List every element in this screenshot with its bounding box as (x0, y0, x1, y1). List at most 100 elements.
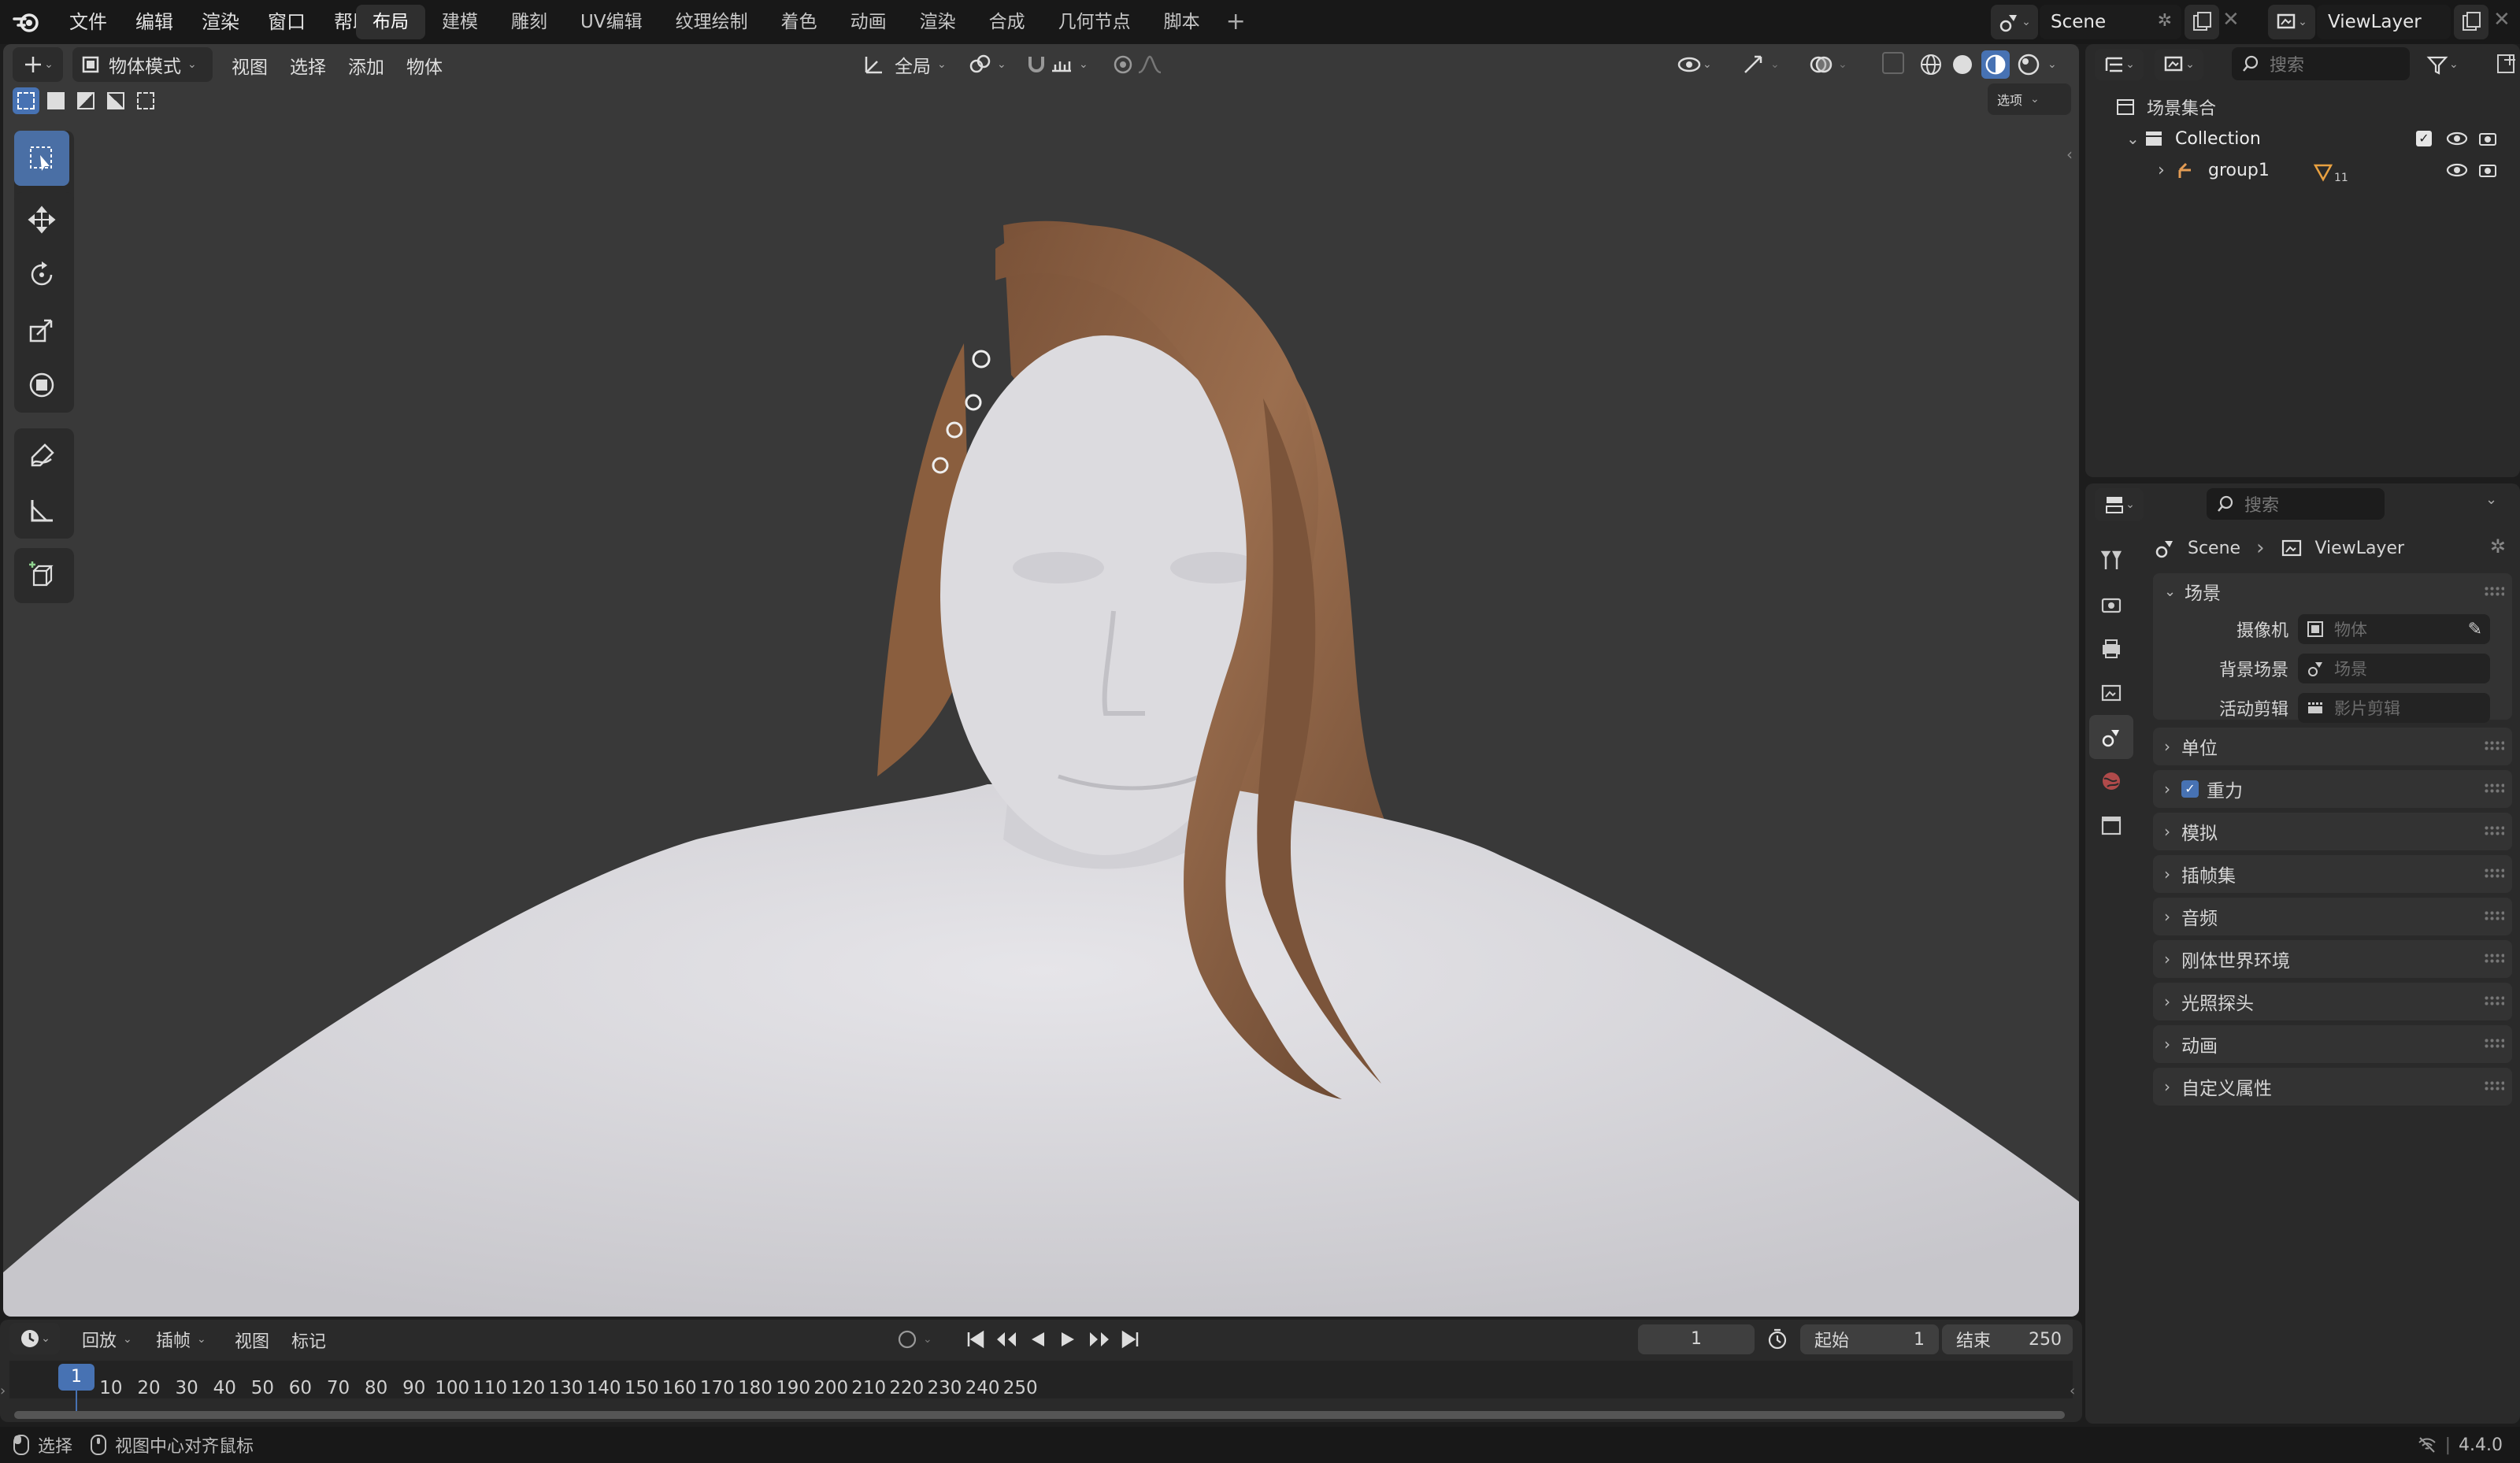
scene-type-dropdown[interactable]: ⌄ (1991, 5, 2038, 39)
drag-handle-icon[interactable] (2484, 995, 2504, 1006)
play-icon[interactable] (1057, 1328, 1079, 1350)
pin-icon[interactable]: ✲ (2158, 11, 2172, 31)
menu-file[interactable]: 文件 (55, 5, 121, 39)
drag-handle-icon[interactable] (2484, 1038, 2504, 1049)
transform-tool[interactable] (14, 357, 69, 413)
menu-window[interactable]: 窗口 (254, 5, 320, 39)
gizmo-toggle[interactable]: ⌄ (1740, 49, 1780, 80)
visibility-dropdown[interactable]: ⌄ (1676, 49, 1712, 80)
proportional-edit-toggle[interactable] (1110, 49, 1164, 80)
tab-geometry-nodes[interactable]: 几何节点 (1042, 5, 1147, 39)
drag-handle-icon[interactable] (2484, 953, 2504, 964)
active-clip-field[interactable]: 影片剪辑 (2298, 693, 2490, 723)
tab-compositing[interactable]: 合成 (973, 5, 1042, 39)
preview-range-icon[interactable] (1766, 1328, 1789, 1351)
add-cube-tool[interactable] (14, 548, 69, 603)
annotate-tool[interactable] (14, 428, 69, 483)
material-preview-shading[interactable] (1981, 50, 2010, 79)
playback-dropdown[interactable]: 回放 ⌄ (82, 1326, 132, 1353)
character-model[interactable] (3, 44, 2079, 1317)
timeline-scroll-right-icon[interactable]: ‹ (2070, 1383, 2075, 1399)
tab-output[interactable] (2089, 627, 2133, 671)
frame-start-field[interactable]: 起始 1 (1800, 1324, 1939, 1354)
measure-tool[interactable] (14, 483, 69, 539)
properties-options-dropdown[interactable]: ⌄ (2485, 491, 2497, 508)
transform-orientation-dropdown[interactable]: 全局 ⌄ (862, 49, 947, 80)
keying-dropdown[interactable]: 插帧 ⌄ (156, 1326, 206, 1353)
display-mode-dropdown[interactable]: ⌄ (2155, 49, 2203, 80)
menu-view[interactable]: 视图 (232, 52, 268, 79)
timeline-menu-view[interactable]: 视图 (235, 1328, 269, 1353)
sidebar-toggle-icon[interactable]: ‹ (2066, 145, 2073, 164)
new-view-layer-button[interactable] (2454, 5, 2488, 39)
select-subtract-icon[interactable] (72, 87, 99, 114)
scale-tool[interactable] (14, 302, 69, 357)
drag-handle-icon[interactable] (2484, 910, 2504, 921)
expand-object-icon[interactable]: › (2158, 161, 2175, 180)
timeline-scrollbar[interactable] (14, 1411, 2065, 1419)
breadcrumb-view-layer[interactable]: ViewLayer (2314, 539, 2404, 558)
select-invert-icon[interactable] (102, 87, 129, 114)
view-layer-name-field[interactable]: ViewLayer (2317, 5, 2451, 39)
eyedropper-icon[interactable]: ✎ (2468, 620, 2482, 639)
new-collection-button[interactable] (2495, 50, 2518, 80)
tab-modeling[interactable]: 建模 (425, 5, 495, 39)
play-reverse-icon[interactable] (1027, 1328, 1049, 1350)
drag-handle-icon[interactable] (2484, 825, 2504, 836)
menu-select[interactable]: 选择 (290, 52, 326, 79)
tab-scripting[interactable]: 脚本 (1147, 5, 1217, 39)
panel-audio[interactable]: › 音频 (2153, 898, 2512, 935)
panel-light-probes[interactable]: › 光照探头 (2153, 983, 2512, 1020)
menu-object[interactable]: 物体 (406, 52, 443, 79)
solid-shading-icon[interactable] (1950, 52, 1975, 77)
panel-units[interactable]: › 单位 (2153, 728, 2512, 765)
render-camera-icon[interactable] (2477, 128, 2498, 149)
add-workspace-icon[interactable]: + (1217, 5, 1255, 39)
collection-exclude-checkbox[interactable]: ✓ (2416, 131, 2432, 146)
xray-toggle[interactable] (1882, 52, 1904, 74)
eye-icon[interactable] (2446, 161, 2468, 180)
prev-keyframe-icon[interactable] (994, 1328, 1019, 1350)
auto-keying-toggle[interactable]: ⌄ (896, 1326, 932, 1353)
panel-keying-sets[interactable]: › 插帧集 (2153, 855, 2512, 893)
overlays-toggle[interactable]: ⌄ (1808, 49, 1847, 80)
select-intersect-icon[interactable] (132, 87, 159, 114)
tab-rendering[interactable]: 渲染 (903, 5, 973, 39)
scene-section-header[interactable]: ⌄ 场景 (2153, 573, 2512, 609)
panel-custom-properties[interactable]: › 自定义属性 (2153, 1068, 2512, 1106)
jump-end-icon[interactable] (1120, 1328, 1142, 1350)
panel-simulation[interactable]: › 模拟 (2153, 813, 2512, 850)
snap-toggle[interactable]: ⌄ (1024, 49, 1088, 80)
tab-world[interactable] (2089, 759, 2133, 803)
pin-icon[interactable]: ✲ (2490, 535, 2506, 557)
rendered-shading-icon[interactable] (2016, 52, 2041, 77)
drag-handle-icon[interactable] (2484, 868, 2504, 879)
tab-animation[interactable]: 动画 (834, 5, 903, 39)
scene-name-field[interactable]: Scene ✲ (2040, 5, 2181, 39)
timeline-editor-type[interactable]: ⌄ (9, 1323, 60, 1354)
tab-scene[interactable] (2089, 715, 2133, 759)
options-dropdown[interactable]: 选项 ⌄ (1988, 83, 2071, 115)
object-data-badge[interactable]: 11 (2312, 159, 2348, 184)
menu-edit[interactable]: 编辑 (121, 5, 187, 39)
menu-render[interactable]: 渲染 (187, 5, 254, 39)
outliner-row-scene-collection[interactable]: 场景集合 (2085, 91, 2520, 123)
camera-field[interactable]: 物体 ✎ (2298, 614, 2490, 644)
delete-scene-icon[interactable]: ✕ (2222, 8, 2240, 31)
panel-rigid-body-world[interactable]: › 刚体世界环境 (2153, 940, 2512, 978)
tab-shading[interactable]: 着色 (765, 5, 834, 39)
delete-view-layer-icon[interactable]: ✕ (2493, 8, 2511, 31)
outliner-search-input[interactable]: 搜索 (2232, 47, 2410, 80)
tab-layout[interactable]: 布局 (356, 5, 425, 39)
3d-viewport[interactable]: ⌄ 物体模式 ⌄ 视图 选择 添加 物体 全局 ⌄ ⌄ ⌄ ⌄ ⌄ ⌄ ⌄ 选项… (3, 44, 2079, 1317)
frame-end-field[interactable]: 结束 250 (1942, 1324, 2073, 1354)
outliner-row-group1[interactable]: › group1 11 (2085, 154, 2520, 186)
new-scene-button[interactable] (2185, 5, 2219, 39)
outliner-editor-type[interactable]: ⌄ (2095, 49, 2144, 80)
render-camera-icon[interactable] (2477, 160, 2498, 180)
eye-icon[interactable] (2446, 129, 2468, 148)
drag-handle-icon[interactable] (2484, 740, 2504, 751)
background-scene-field[interactable]: 场景 (2298, 654, 2490, 683)
select-extend-icon[interactable] (43, 87, 69, 114)
menu-add[interactable]: 添加 (348, 52, 384, 79)
